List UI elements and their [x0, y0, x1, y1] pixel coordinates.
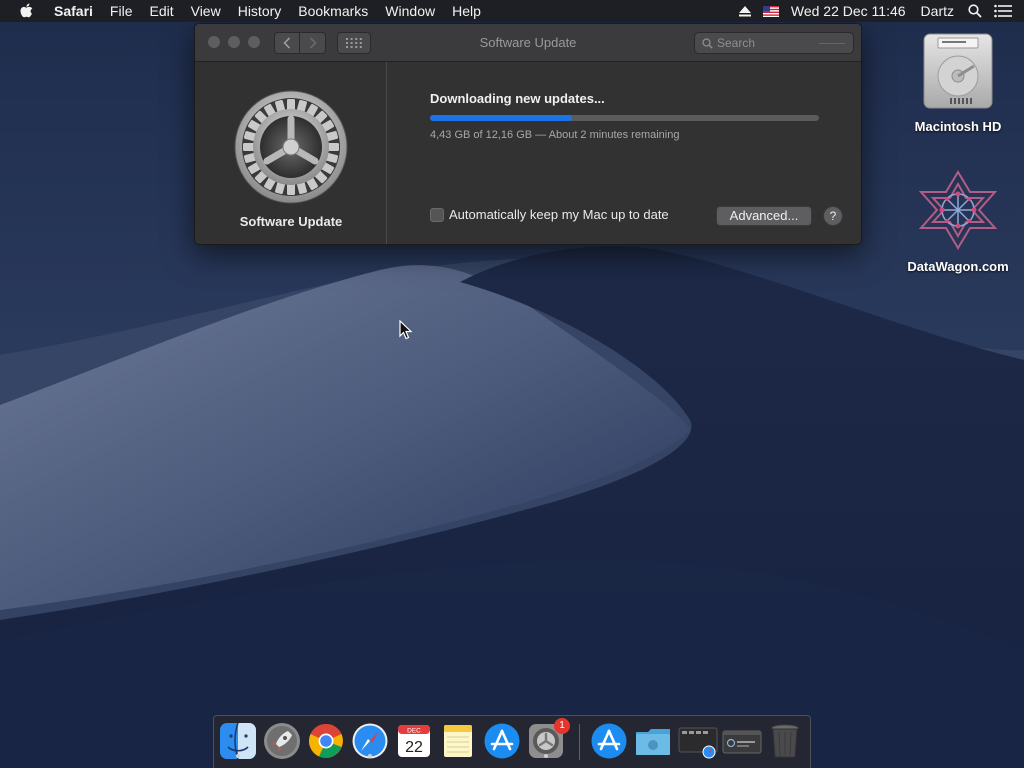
- help-button[interactable]: ?: [823, 206, 843, 226]
- star-pattern-icon: [918, 170, 998, 250]
- dock-app-store-stack[interactable]: [590, 722, 628, 760]
- menubar-clock[interactable]: Wed 22 Dec 11:46: [791, 3, 906, 19]
- app-store-icon: [591, 723, 627, 759]
- preferences-search-field[interactable]: [694, 32, 854, 54]
- update-status-panel: Downloading new updates... 4,43 GB of 12…: [388, 62, 861, 244]
- menu-file[interactable]: File: [101, 0, 141, 22]
- desktop-icon-label: Macintosh HD: [914, 119, 1002, 134]
- screenshot-stack-icon: [678, 727, 718, 759]
- dock-documents-folder[interactable]: [634, 722, 672, 760]
- window-titlebar[interactable]: Software Update: [195, 24, 861, 62]
- dock-chrome[interactable]: [307, 722, 345, 760]
- notification-center-icon[interactable]: [994, 4, 1012, 18]
- auto-update-label[interactable]: Automatically keep my Mac up to date: [449, 207, 669, 222]
- menu-history[interactable]: History: [229, 0, 290, 22]
- desktop-icon-label: DataWagon.com: [907, 259, 1009, 274]
- menubar-status-area: Wed 22 Dec 11:46 Dartz: [738, 0, 1024, 22]
- auto-update-option[interactable]: Automatically keep my Mac up to date: [430, 207, 669, 222]
- dock-trash[interactable]: [766, 722, 804, 760]
- menu-edit[interactable]: Edit: [141, 0, 182, 22]
- dock-system-preferences[interactable]: 1: [527, 718, 570, 760]
- hard-drive-icon: [923, 33, 993, 109]
- dock-app-store[interactable]: [483, 722, 521, 760]
- software-update-gear-icon: [234, 90, 348, 204]
- running-indicator: [236, 754, 240, 758]
- trash-icon: [771, 724, 799, 758]
- calendar-day: 22: [405, 739, 423, 756]
- dock-safari[interactable]: [351, 722, 389, 760]
- chrome-icon: [308, 723, 343, 758]
- software-update-pane-label: Software Update: [239, 214, 343, 229]
- search-icon: [702, 37, 713, 49]
- software-update-window: Software Update Search Software Update D…: [194, 23, 862, 245]
- dock-launchpad[interactable]: [263, 722, 301, 760]
- notes-icon: [444, 725, 472, 757]
- dock-window-stack[interactable]: [722, 722, 762, 760]
- running-indicator: [544, 754, 548, 758]
- dock-finder[interactable]: [219, 722, 257, 760]
- mouse-pointer-icon: [399, 320, 413, 340]
- desktop-icon-macintosh-hd[interactable]: Macintosh HD: [903, 32, 1013, 134]
- app-menu-safari[interactable]: Safari: [52, 0, 101, 22]
- folder-icon: [636, 729, 670, 755]
- download-progress-fill: [430, 115, 572, 121]
- auto-update-checkbox[interactable]: [430, 207, 444, 222]
- dock-calendar[interactable]: DEC 22: [395, 722, 433, 760]
- dock-separator: [579, 724, 580, 760]
- app-store-icon: [484, 723, 520, 759]
- dock-screenshot-stack[interactable]: [678, 722, 718, 760]
- dock: DEC 22 1: [213, 715, 811, 768]
- search-clear-placeholder: [819, 43, 845, 44]
- menu-window[interactable]: Window: [377, 0, 444, 22]
- eject-icon[interactable]: [738, 5, 751, 17]
- download-progress-detail: 4,43 GB of 12,16 GB — About 2 minutes re…: [430, 129, 680, 141]
- search-input[interactable]: [717, 36, 817, 50]
- menu-bar: Safari File Edit View History Bookmarks …: [0, 0, 1024, 22]
- running-indicator: [368, 754, 372, 758]
- dock-notes[interactable]: [439, 722, 477, 760]
- download-status-title: Downloading new updates...: [430, 91, 605, 106]
- menubar-user[interactable]: Dartz: [921, 3, 954, 19]
- menu-bookmarks[interactable]: Bookmarks: [290, 0, 377, 22]
- software-update-sidebar: Software Update: [195, 62, 387, 244]
- menu-view[interactable]: View: [182, 0, 229, 22]
- advanced-button[interactable]: Advanced...: [716, 206, 812, 226]
- calendar-icon: DEC 22: [398, 725, 430, 757]
- download-progress-bar: [430, 115, 819, 121]
- launchpad-rocket-icon: [264, 723, 300, 759]
- apple-menu-icon[interactable]: [19, 3, 37, 19]
- spotlight-search-icon[interactable]: [968, 4, 982, 18]
- desktop-icon-datawagon[interactable]: DataWagon.com: [903, 170, 1013, 274]
- window-thumbnail-icon: [722, 730, 762, 754]
- menu-help[interactable]: Help: [444, 0, 490, 22]
- calendar-month: DEC: [407, 728, 421, 735]
- us-flag-icon[interactable]: [762, 5, 779, 17]
- notification-badge: 1: [554, 718, 570, 734]
